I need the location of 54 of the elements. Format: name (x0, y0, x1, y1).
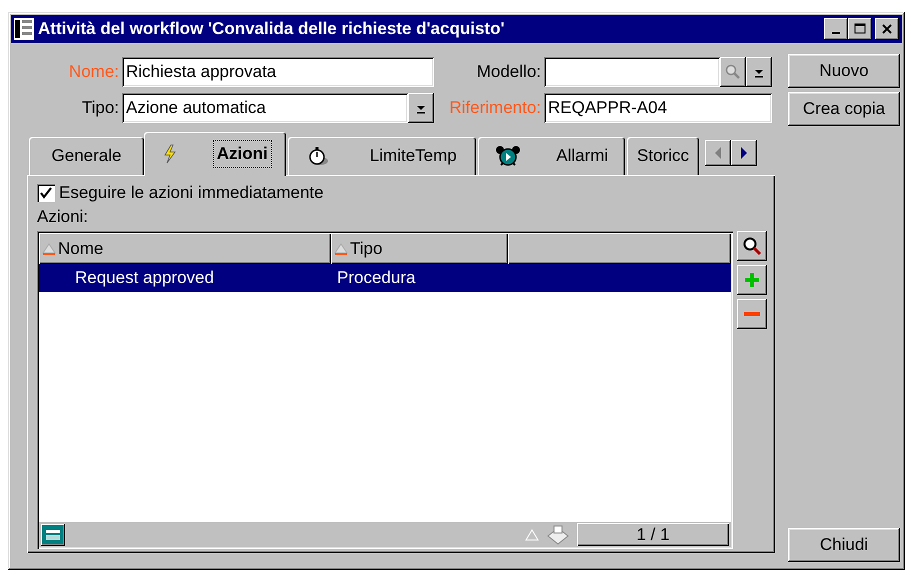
checkbox-label: Eseguire le azioni immediatamente (59, 183, 324, 203)
close-icon (881, 23, 893, 35)
action-button[interactable]: Nuovo (788, 54, 900, 88)
lightning-icon (162, 144, 178, 164)
search-button[interactable] (737, 231, 767, 261)
left-arrow-icon (713, 146, 723, 160)
minimize-button[interactable] (824, 18, 848, 40)
scroll-left-button[interactable] (705, 140, 731, 166)
app-icon (14, 18, 34, 40)
table-cell-text: Request approved (74, 268, 215, 288)
close-dialog-button[interactable]: Chiudi (788, 528, 900, 562)
scroll-right-button[interactable] (731, 140, 757, 166)
checkbox[interactable] (37, 184, 55, 202)
add-button[interactable] (737, 265, 767, 295)
search-icon (742, 236, 762, 256)
tab[interactable]: Generale (29, 137, 144, 175)
tab[interactable]: LimiteTemp (288, 137, 476, 175)
action-button[interactable]: Crea copia (788, 92, 900, 126)
calculator-button[interactable] (41, 524, 65, 546)
dropdown-button[interactable] (408, 93, 434, 123)
column-header[interactable]: Nome (39, 233, 331, 264)
tab[interactable]: Allarmi (478, 137, 625, 175)
remove-button[interactable] (737, 299, 767, 329)
list-row[interactable]: Request approved Procedura (39, 264, 731, 292)
minus-icon (744, 312, 760, 316)
input-field[interactable] (544, 57, 720, 87)
sort-icon (525, 528, 539, 540)
stopwatch-icon (307, 145, 330, 167)
minimize-icon (832, 32, 840, 34)
right-arrow-icon (739, 146, 749, 160)
sort-icon (42, 242, 56, 254)
dropdown-button[interactable] (746, 57, 772, 87)
table-cell-text: Procedura (336, 268, 416, 288)
alarm-clock-icon (494, 145, 521, 167)
plus-icon (743, 271, 761, 289)
field-label: Nome: (68, 62, 120, 82)
tab[interactable]: Storicc (627, 137, 699, 175)
list-label: Azioni: (37, 207, 90, 227)
window-title: Attività del workflow 'Convalida delle richieste d'acquisto' (38, 19, 506, 39)
input-field[interactable]: Azione automatica (122, 93, 408, 123)
field-label: Tipo: (80, 98, 120, 118)
field-label: Modello: (476, 62, 542, 82)
close-button[interactable] (875, 18, 899, 40)
column-header[interactable]: Tipo (331, 233, 508, 264)
record-counter: 1 / 1 (577, 523, 729, 546)
maximize-button[interactable] (848, 18, 872, 40)
field-label: Riferimento: (448, 98, 542, 118)
input-field[interactable]: Richiesta approvata (122, 57, 434, 87)
tab[interactable]: Azioni (144, 132, 286, 176)
search-icon (725, 64, 741, 80)
search-button[interactable] (720, 57, 746, 87)
input-field[interactable]: REQAPPR-A04 (544, 93, 772, 123)
sort-icon (334, 242, 348, 254)
maximize-icon (854, 23, 866, 35)
